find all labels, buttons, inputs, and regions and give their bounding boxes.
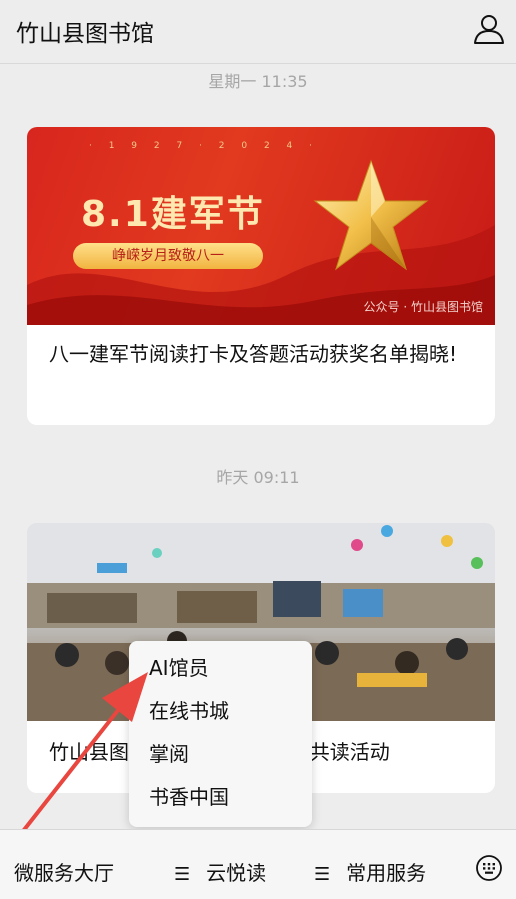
article-card-army-day[interactable]: · 1 9 2 7 · 2 0 2 4 · 8.1建军节 峥嵘岁月致敬八一 公众… [27, 127, 495, 425]
banner-slogan: 峥嵘岁月致敬八一 [73, 243, 263, 269]
tab-common-services-label: 常用服务 [346, 861, 427, 885]
menu-item-ai-librarian[interactable]: AI馆员 [129, 647, 312, 690]
keyboard-icon[interactable] [476, 855, 502, 881]
banner-headline: 8.1建军节 [81, 194, 265, 235]
tab-common-services[interactable]: ☰ 常用服务 [314, 857, 426, 886]
user-icon[interactable] [472, 12, 506, 46]
tab-cloud-reading-label: 云悦读 [206, 861, 267, 885]
army-day-banner: · 1 9 2 7 · 2 0 2 4 · 8.1建军节 峥嵘岁月致敬八一 公众… [27, 127, 495, 325]
tab-cloud-reading[interactable]: ☰ 云悦读 [174, 857, 266, 886]
gold-star-icon [313, 159, 429, 271]
menu-icon: ☰ [314, 864, 331, 885]
menu-item-shuxiang-china[interactable]: 书香中国 [129, 776, 312, 819]
message-timestamp: 昨天 09:11 [216, 468, 300, 487]
message-timestamp: 星期一 11:35 [208, 72, 308, 91]
banner-watermark: 公众号 · 竹山县图书馆 [363, 300, 483, 314]
page-title: 竹山县图书馆 [16, 21, 154, 47]
bottom-menu-bar: 微服务大厅 ☰ 云悦读 ☰ 常用服务 [0, 829, 516, 899]
tab-service-hall[interactable]: 微服务大厅 [14, 857, 114, 886]
menu-item-zhangyue[interactable]: 掌阅 [129, 733, 312, 776]
banner-dates: · 1 9 2 7 · 2 0 2 4 · [89, 141, 319, 151]
menu-item-online-bookstore[interactable]: 在线书城 [129, 690, 312, 733]
menu-icon: ☰ [174, 864, 191, 885]
tab-service-hall-label: 微服务大厅 [14, 861, 114, 885]
top-bar: 竹山县图书馆 [0, 0, 516, 64]
service-popup-menu: AI馆员 在线书城 掌阅 书香中国 [129, 641, 312, 827]
article-caption[interactable]: 八一建军节阅读打卡及答题活动获奖名单揭晓! [27, 325, 495, 371]
